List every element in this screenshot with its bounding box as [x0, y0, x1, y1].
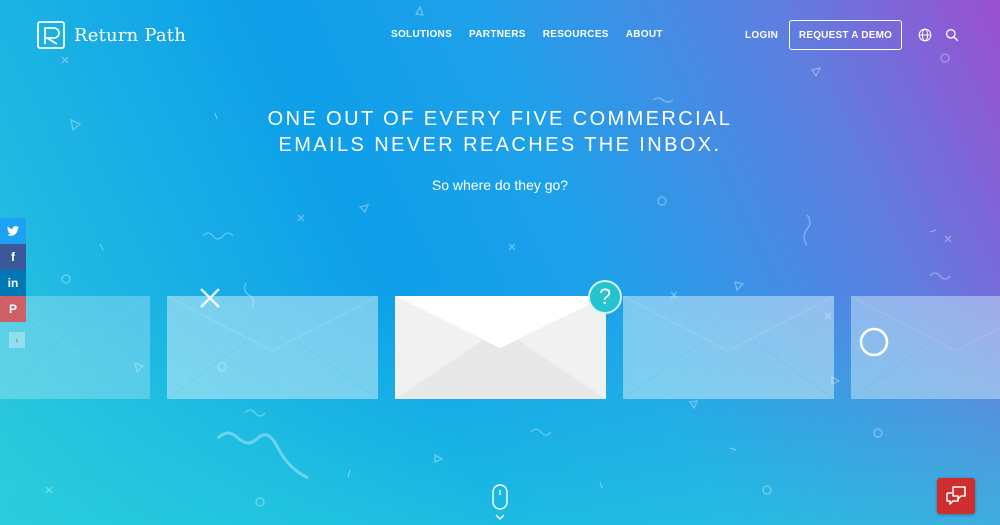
primary-nav: SOLUTIONS PARTNERS RESOURCES ABOUT: [391, 29, 663, 40]
nav-resources[interactable]: RESOURCES: [543, 29, 609, 40]
question-icon: ?: [598, 284, 612, 309]
hero-title-line-1: ONE OUT OF EVERY FIVE COMMERCIAL: [267, 108, 733, 130]
twitter-icon: [7, 226, 19, 236]
site-header: Return Path SOLUTIONS PARTNERS RESOURCES…: [0, 0, 1000, 70]
circle-icon: [859, 327, 889, 357]
linkedin-icon: in: [7, 276, 19, 290]
return-path-logo-icon: [37, 21, 65, 49]
globe-icon[interactable]: [918, 28, 932, 42]
envelope-card-left-partial: [0, 296, 150, 399]
login-link[interactable]: LOGIN: [745, 30, 778, 41]
hero-subtitle: So where do they go?: [431, 177, 569, 193]
envelope-icon: [395, 296, 606, 399]
brand-name: Return Path: [74, 24, 187, 46]
nav-about[interactable]: ABOUT: [626, 29, 663, 40]
envelope-card-rejected[interactable]: [167, 296, 378, 399]
search-icon[interactable]: [945, 28, 959, 42]
nav-solutions[interactable]: SOLUTIONS: [391, 29, 452, 40]
request-demo-button[interactable]: REQUEST A DEMO: [789, 20, 902, 50]
envelope-icon: [623, 296, 834, 399]
brand-logo[interactable]: Return Path: [36, 20, 186, 50]
question-badge[interactable]: ?: [588, 280, 622, 314]
close-icon: [200, 288, 220, 308]
scroll-down-mouse-icon[interactable]: [491, 484, 509, 522]
twitter-share-button[interactable]: [0, 218, 26, 244]
hero-title-line-2: EMAILS NEVER REACHES THE INBOX.: [278, 134, 722, 156]
chat-bubbles-icon: [946, 486, 966, 505]
nav-partners[interactable]: PARTNERS: [469, 29, 526, 40]
facebook-share-button[interactable]: f: [0, 244, 26, 270]
envelope-card-unknown[interactable]: [623, 296, 834, 399]
envelope-icon: [167, 296, 378, 399]
background-confetti: [45, 5, 952, 507]
envelope-card-center[interactable]: [395, 296, 606, 399]
envelope-icon: [0, 296, 150, 399]
hero-title: ONE OUT OF EVERY FIVE COMMERCIAL EMAILS …: [0, 106, 1000, 158]
facebook-icon: f: [11, 250, 15, 264]
linkedin-share-button[interactable]: in: [0, 270, 26, 296]
chat-widget-button[interactable]: [937, 478, 975, 514]
